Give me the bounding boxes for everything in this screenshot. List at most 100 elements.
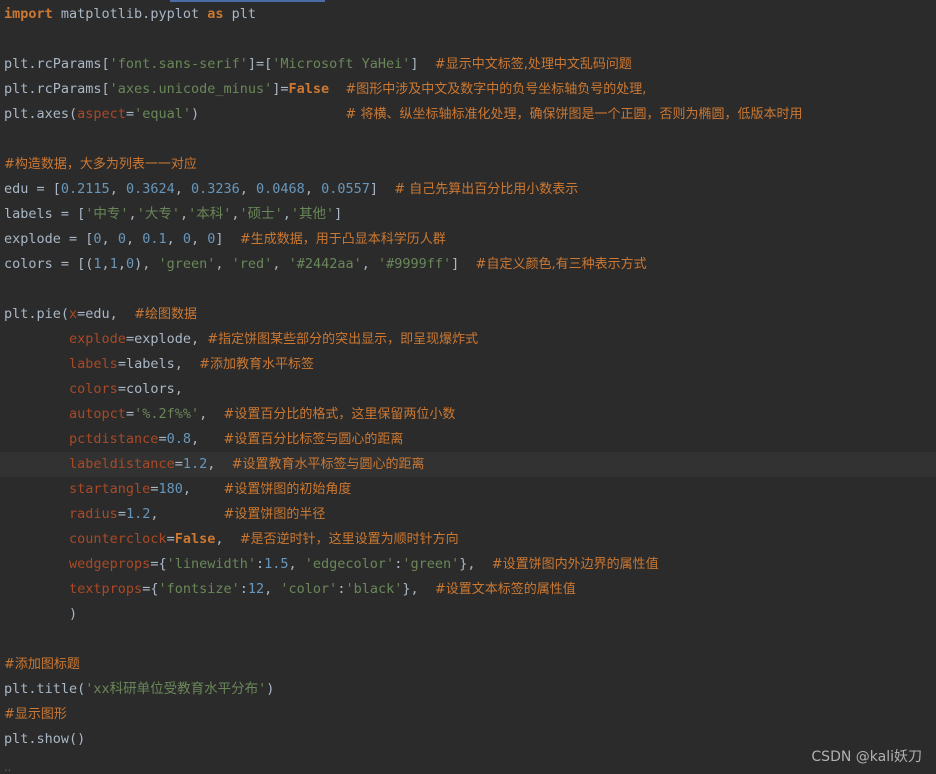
code-token: , [288, 556, 305, 572]
code-line[interactable]: plt.axes(aspect='equal') # 将横、纵坐标轴标准化处理，… [0, 102, 936, 127]
code-token: plt.title( [4, 681, 86, 697]
code-token: 0.8 [166, 431, 191, 447]
code-token: autopct [69, 406, 126, 422]
code-line[interactable]: ) [0, 602, 936, 627]
code-token: ] [334, 206, 343, 222]
code-token: , [207, 456, 232, 472]
code-token: import [4, 6, 53, 22]
code-token: , [166, 231, 183, 247]
code-token: edu = [ [4, 181, 61, 197]
code-token: labeldistance [69, 456, 175, 472]
code-line[interactable]: pctdistance=0.8, #设置百分比标签与圆心的距离 [0, 427, 936, 452]
code-line[interactable]: plt.title('xx科研单位受教育水平分布') [0, 677, 936, 702]
code-token: =edu, [77, 306, 135, 322]
code-token: #设置教育水平标签与圆心的距离 [231, 457, 425, 472]
code-token: #设置饼图内外边界的属性值 [491, 557, 659, 572]
code-token: '中专' [85, 206, 129, 222]
code-line[interactable]: plt.pie(x=edu, #绘图数据 [0, 302, 936, 327]
code-token: #显示图形 [4, 707, 67, 722]
code-area[interactable]: import matplotlib.pyplot as plt plt.rcPar… [0, 2, 936, 752]
code-token: , [179, 206, 189, 222]
code-token: 1.5 [264, 556, 289, 572]
code-token: plt.axes( [4, 106, 78, 122]
code-token: plt.show() [4, 731, 86, 747]
code-line[interactable]: autopct='%.2f%%', #设置百分比的格式，这里保留两位小数 [0, 402, 936, 427]
code-token: plt.rcParams[ [4, 56, 110, 72]
code-token: ]=[ [247, 56, 273, 72]
code-token: False [288, 81, 330, 97]
code-line[interactable]: #构造数据，大多为列表一一对应 [0, 152, 936, 177]
code-token: 0.2115 [60, 181, 110, 197]
fold-marker: ‥ [4, 761, 12, 774]
code-line[interactable]: counterclock=False, #是否逆时针，这里设置为顺时针方向 [0, 527, 936, 552]
code-line[interactable]: plt.rcParams['font.sans-serif']=['Micros… [0, 52, 936, 77]
code-token: #添加图标题 [4, 657, 80, 672]
code-line[interactable] [0, 277, 936, 302]
code-token: ] [410, 56, 435, 72]
code-token: 1.2 [182, 456, 208, 472]
code-token: startangle [69, 481, 151, 497]
code-token: as [207, 6, 224, 22]
code-token: , [182, 481, 224, 497]
code-line[interactable]: labeldistance=1.2, #设置教育水平标签与圆心的距离 [0, 452, 936, 477]
code-token: wedgeprops [69, 556, 151, 572]
code-token: 0 [93, 231, 102, 247]
code-token: colors = [( [4, 256, 94, 272]
code-line[interactable]: edu = [0.2115, 0.3624, 0.3236, 0.0468, 0… [0, 177, 936, 202]
code-line[interactable]: textprops={'fontsize':12, 'color':'black… [0, 577, 936, 602]
code-line[interactable]: labels=labels, #添加教育水平标签 [0, 352, 936, 377]
code-token: 'xx科研单位受教育水平分布' [85, 681, 267, 697]
code-token: ) [4, 606, 78, 622]
code-token: # 将横、纵坐标轴标准化处理，确保饼图是一个正圆，否则为椭圆，低版本时用 [345, 107, 803, 122]
code-line[interactable]: labels = ['中专','大专','本科','硕士','其他'] [0, 202, 936, 227]
code-line[interactable]: #添加图标题 [0, 652, 936, 677]
code-token: #设置百分比标签与圆心的距离 [223, 432, 404, 447]
code-line[interactable] [0, 127, 936, 152]
code-token: '硕士' [239, 206, 283, 222]
code-token: x [69, 306, 78, 322]
code-line[interactable]: startangle=180, #设置饼图的初始角度 [0, 477, 936, 502]
code-token: 'black' [345, 581, 403, 597]
code-token: 'linewidth' [166, 556, 256, 572]
code-line[interactable] [0, 27, 936, 52]
code-token: ) [266, 681, 275, 697]
code-line[interactable]: import matplotlib.pyplot as plt [0, 2, 936, 27]
code-token: colors [69, 381, 118, 397]
code-token: explode = [ [4, 231, 94, 247]
code-token: 1.2 [125, 506, 151, 522]
code-token: ) [190, 106, 346, 122]
code-token: '%.2f%%' [134, 406, 200, 422]
code-token: , [231, 206, 240, 222]
code-token: 'font.sans-serif' [109, 56, 248, 72]
code-token: , [282, 206, 291, 222]
code-token: #构造数据，大多为列表一一对应 [4, 157, 197, 172]
code-token: explode [69, 331, 126, 347]
code-line[interactable]: explode=explode, #指定饼图某些部分的突出显示，即呈现爆炸式 [0, 327, 936, 352]
code-token: 0 [182, 231, 192, 247]
watermark: CSDN @kali妖刀 [811, 749, 922, 765]
code-token: ] [215, 231, 240, 247]
code-line[interactable]: radius=1.2, #设置饼图的半径 [0, 502, 936, 527]
code-token: aspect [77, 106, 126, 122]
code-line[interactable]: colors=colors, [0, 377, 936, 402]
code-line[interactable]: #显示图形 [0, 702, 936, 727]
code-editor[interactable]: import matplotlib.pyplot as plt plt.rcPar… [0, 0, 936, 774]
code-line[interactable]: plt.rcParams['axes.unicode_minus']=False… [0, 77, 936, 102]
code-token: ={ [142, 581, 159, 597]
code-token: plt.pie( [4, 306, 70, 322]
code-token: 1 [109, 256, 118, 272]
code-line[interactable]: wedgeprops={'linewidth':1.5, 'edgecolor'… [0, 552, 936, 577]
code-line[interactable]: explode = [0, 0, 0.1, 0, 0] #生成数据，用于凸显本科… [0, 227, 936, 252]
code-token: 0.0557 [321, 181, 370, 197]
code-token: labels [69, 356, 118, 372]
code-token: = [125, 406, 135, 422]
code-line[interactable]: colors = [(1,1,0), 'green', 'red', '#244… [0, 252, 936, 277]
code-line[interactable]: plt.show() [0, 727, 936, 752]
code-line[interactable] [0, 627, 936, 652]
code-token: 1 [93, 256, 102, 272]
code-token: #是否逆时针，这里设置为顺时针方向 [239, 532, 459, 547]
